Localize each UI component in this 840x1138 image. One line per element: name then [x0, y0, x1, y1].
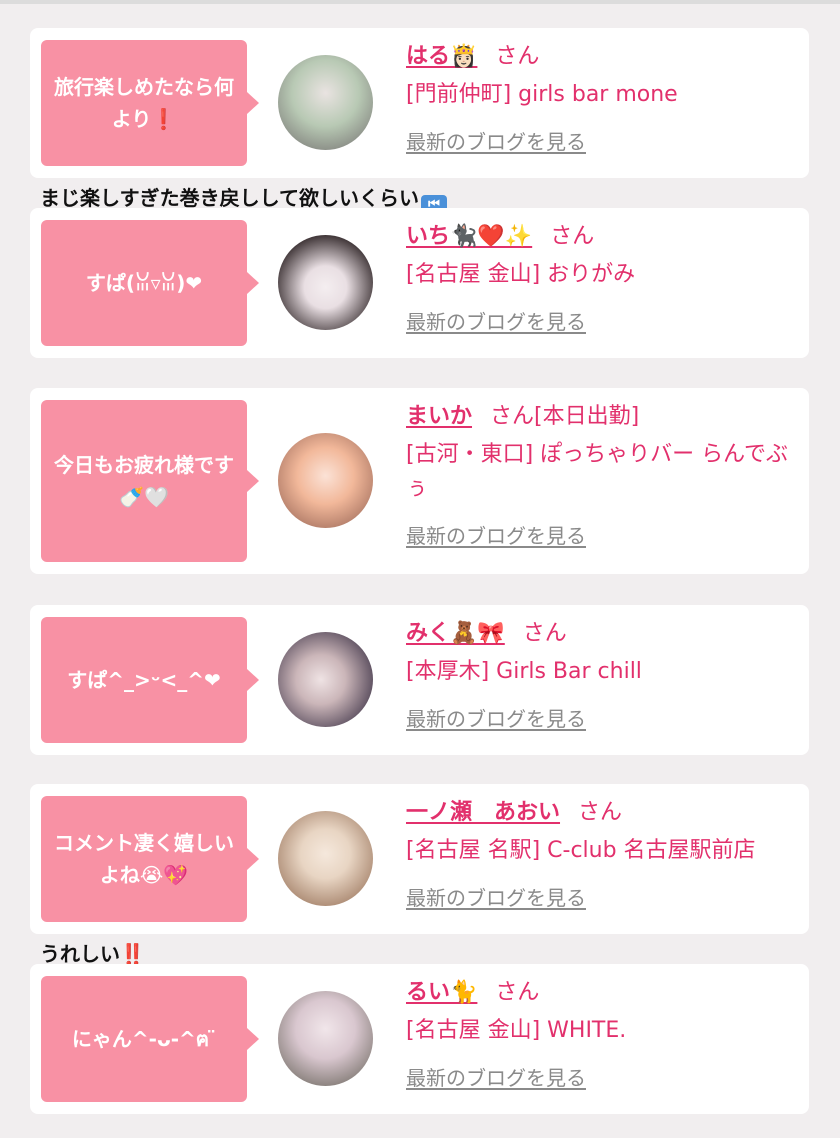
message-card: 旅行楽しめたなら何より❗ はる👸🏻 さん [門前仲町] girls bar mon…: [30, 28, 809, 178]
shop-name: [名古屋 金山] WHITE.: [406, 1018, 627, 1043]
honorific: さん: [522, 621, 567, 646]
user-comment: うれしい‼️: [40, 942, 145, 966]
shop-name: [本厚木] Girls Bar chill: [406, 659, 642, 684]
avatar[interactable]: [278, 55, 373, 150]
latest-blog-link[interactable]: 最新のブログを見る: [406, 703, 586, 732]
honorific: さん: [578, 800, 623, 825]
name-line: まいか さん[本日出勤]: [406, 402, 795, 432]
profile-info: 一ノ瀬 あおい さん [名古屋 名駅] C-club 名古屋駅前店 最新のブログを…: [406, 798, 795, 911]
profile-info: まいか さん[本日出勤] [古河・東口] ぽっちゃりバー らんでぶぅ 最新のブログ…: [406, 402, 795, 549]
avatar[interactable]: [278, 433, 373, 528]
honorific: さん: [495, 980, 540, 1005]
honorific: さん[本日出勤]: [490, 404, 640, 429]
name-line: みく🧸🎀 さん: [406, 619, 795, 649]
profile-name-link[interactable]: 一ノ瀬 あおい: [406, 800, 560, 825]
name-line: いち🐈‍⬛❤️✨ さん: [406, 222, 795, 252]
name-line: はる👸🏻 さん: [406, 42, 795, 72]
profile-name-link[interactable]: みく🧸🎀: [406, 621, 505, 646]
avatar[interactable]: [278, 632, 373, 727]
honorific: さん: [495, 44, 540, 69]
latest-blog-link[interactable]: 最新のブログを見る: [406, 520, 586, 549]
latest-blog-link[interactable]: 最新のブログを見る: [406, 1062, 586, 1091]
message-bubble: 今日もお疲れ様です🍼🤍: [41, 400, 259, 562]
name-line: るい🐈 さん: [406, 978, 795, 1008]
avatar[interactable]: [278, 235, 373, 330]
name-line: 一ノ瀬 あおい さん: [406, 798, 795, 828]
message-bubble: コメント凄く嬉しいよね😭💖: [41, 796, 259, 922]
profile-name-link[interactable]: るい🐈: [406, 980, 477, 1005]
shop-name: [名古屋 金山] おりがみ: [406, 262, 636, 287]
shop-name: [古河・東口] ぽっちゃりバー らんでぶぅ: [406, 442, 789, 501]
message-bubble: にゃん^-ᴗ-^ฅ ̈: [41, 976, 259, 1102]
profile-name-link[interactable]: はる👸🏻: [406, 44, 477, 69]
profile-info: るい🐈 さん [名古屋 金山] WHITE. 最新のブログを見る: [406, 978, 795, 1091]
message-bubble: 旅行楽しめたなら何より❗: [41, 40, 259, 166]
profile-name-link[interactable]: まいか: [406, 404, 472, 429]
message-card: すぱ(ꈍ▿ꈍ)❤ いち🐈‍⬛❤️✨ さん [名古屋 金山] おりがみ 最新のブログ…: [30, 208, 809, 358]
message-bubble: すぱ^_>ᵕ<_^❤: [41, 617, 259, 743]
message-card: コメント凄く嬉しいよね😭💖 一ノ瀬 あおい さん [名古屋 名駅] C-club …: [30, 784, 809, 934]
message-card: にゃん^-ᴗ-^ฅ ̈ るい🐈 さん [名古屋 金山] WHITE. 最新のブログ…: [30, 964, 809, 1114]
profile-info: いち🐈‍⬛❤️✨ さん [名古屋 金山] おりがみ 最新のブログを見る: [406, 222, 795, 335]
message-card: 今日もお疲れ様です🍼🤍 まいか さん[本日出勤] [古河・東口] ぽっちゃりバー …: [30, 388, 809, 574]
comment-text: まじ楽しすぎた巻き戻しして欲しいくらい: [40, 186, 419, 210]
profile-name-link[interactable]: いち🐈‍⬛❤️✨: [406, 224, 532, 249]
honorific: さん: [550, 224, 595, 249]
avatar[interactable]: [278, 811, 373, 906]
message-bubble: すぱ(ꈍ▿ꈍ)❤: [41, 220, 259, 346]
shop-name: [名古屋 名駅] C-club 名古屋駅前店: [406, 838, 756, 863]
latest-blog-link[interactable]: 最新のブログを見る: [406, 306, 586, 335]
shop-name: [門前仲町] girls bar mone: [406, 82, 678, 107]
top-divider: [0, 0, 840, 4]
profile-info: みく🧸🎀 さん [本厚木] Girls Bar chill 最新のブログを見る: [406, 619, 795, 732]
latest-blog-link[interactable]: 最新のブログを見る: [406, 126, 586, 155]
latest-blog-link[interactable]: 最新のブログを見る: [406, 882, 586, 911]
avatar[interactable]: [278, 991, 373, 1086]
message-card: すぱ^_>ᵕ<_^❤ みく🧸🎀 さん [本厚木] Girls Bar chill …: [30, 605, 809, 755]
profile-info: はる👸🏻 さん [門前仲町] girls bar mone 最新のブログを見る: [406, 42, 795, 155]
